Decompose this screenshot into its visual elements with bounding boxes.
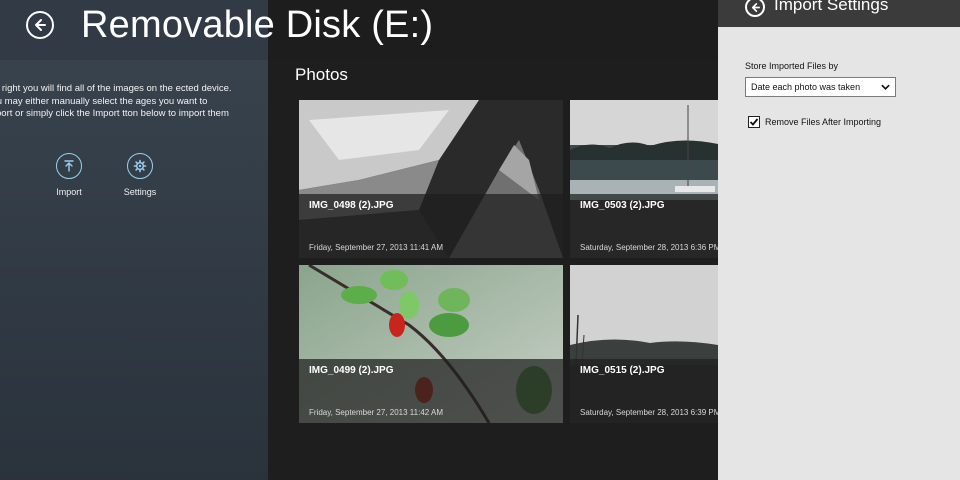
settings-back-button[interactable] (745, 0, 765, 17)
store-by-value: Date each photo was taken (751, 82, 861, 92)
photo-date: Friday, September 27, 2013 11:41 AM (309, 243, 444, 252)
gear-icon (133, 159, 147, 173)
photo-date: Saturday, September 28, 2013 6:36 PM (580, 243, 718, 252)
photo-date: Friday, September 27, 2013 11:42 AM (309, 408, 444, 417)
checkmark-icon (749, 118, 759, 126)
store-label: Store Imported Files by (745, 61, 839, 71)
photo-filename: IMG_0503 (2).JPG (580, 200, 665, 211)
photo-filename: IMG_0515 (2).JPG (580, 365, 665, 376)
photo-tile[interactable]: IMG_0503 (2).JPG Saturday, September 28,… (570, 100, 718, 258)
remove-files-checkbox[interactable] (748, 116, 760, 128)
intro-text: the right you will find all of the image… (0, 83, 232, 119)
store-by-select[interactable]: Date each photo was taken (745, 77, 896, 97)
photo-tile[interactable]: IMG_0515 (2).JPG Saturday, September 28,… (570, 265, 718, 423)
settings-label: Settings (123, 187, 157, 197)
settings-header: Import Settings (718, 0, 960, 27)
photo-filename: IMG_0499 (2).JPG (309, 365, 394, 376)
back-arrow-icon (751, 2, 760, 12)
photo-tile[interactable]: IMG_0499 (2).JPG Friday, September 27, 2… (299, 265, 563, 423)
photo-filename: IMG_0498 (2).JPG (309, 200, 394, 211)
photo-date: Saturday, September 28, 2013 6:39 PM (580, 408, 718, 417)
page-title: Removable Disk (E:) (81, 4, 434, 46)
import-button[interactable]: Import (39, 153, 99, 197)
photo-tile[interactable]: IMG_0498 (2).JPG Friday, September 27, 2… (299, 100, 563, 258)
app-header: Removable Disk (E:) (0, 0, 718, 60)
settings-panel: Import Settings Store Imported Files by … (718, 0, 960, 480)
settings-title: Import Settings (774, 0, 889, 14)
settings-button[interactable]: Settings (110, 153, 170, 197)
back-button[interactable] (26, 11, 54, 39)
photos-area: Photos IMG_0498 (2).JPG Friday, Septembe… (268, 60, 718, 480)
back-arrow-icon (35, 19, 46, 31)
import-icon (64, 160, 74, 172)
photos-heading: Photos (295, 65, 348, 84)
left-panel: the right you will find all of the image… (0, 60, 268, 480)
chevron-down-icon (881, 84, 890, 90)
import-label: Import (56, 187, 82, 197)
remove-files-option[interactable]: Remove Files After Importing (748, 116, 881, 128)
remove-files-label: Remove Files After Importing (765, 117, 882, 127)
